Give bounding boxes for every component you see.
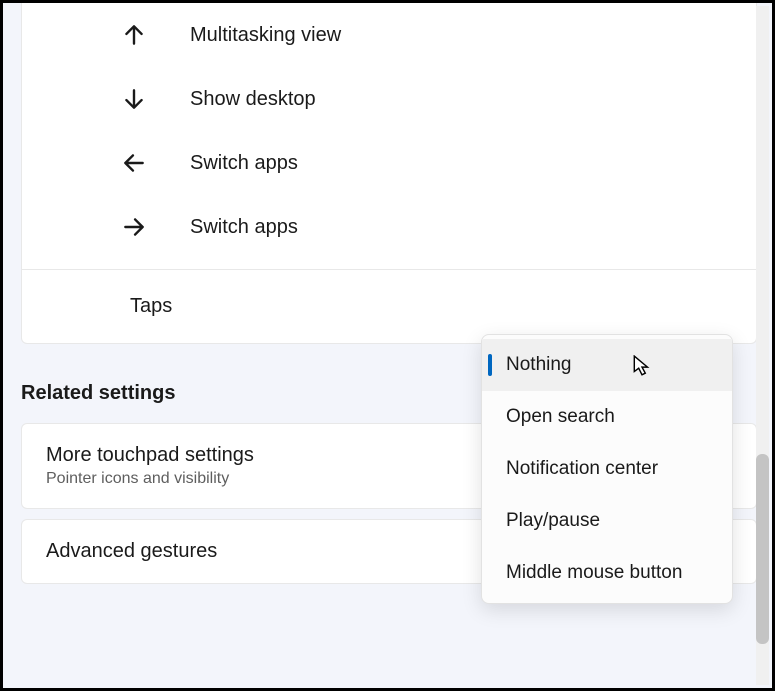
arrow-right-icon [120, 213, 148, 241]
taps-dropdown-popup[interactable]: Nothing Open search Notification center … [481, 334, 733, 604]
gesture-label: Switch apps [190, 152, 298, 175]
dropdown-item-middle-mouse[interactable]: Middle mouse button [482, 547, 732, 599]
dropdown-item-play-pause[interactable]: Play/pause [482, 495, 732, 547]
taps-row[interactable]: Taps [22, 269, 756, 343]
dropdown-item-notification-center[interactable]: Notification center [482, 443, 732, 495]
dropdown-item-nothing[interactable]: Nothing [482, 339, 732, 391]
card-title: Advanced gestures [46, 540, 217, 563]
dropdown-item-open-search[interactable]: Open search [482, 391, 732, 443]
gesture-row-left[interactable]: Switch apps [22, 131, 756, 195]
gesture-settings-panel: Multitasking view Show desktop Switch ap… [21, 3, 757, 344]
arrow-up-icon [120, 21, 148, 49]
taps-label: Taps [130, 295, 172, 318]
dropdown-item-label: Notification center [506, 458, 658, 479]
gesture-row-down[interactable]: Show desktop [22, 67, 756, 131]
card-title: More touchpad settings [46, 444, 254, 467]
arrow-down-icon [120, 85, 148, 113]
dropdown-item-label: Open search [506, 406, 615, 427]
arrow-left-icon [120, 149, 148, 177]
dropdown-item-label: Play/pause [506, 510, 600, 531]
dropdown-item-label: Nothing [506, 354, 572, 375]
card-text-group: More touchpad settings Pointer icons and… [46, 444, 254, 488]
gesture-label: Multitasking view [190, 24, 341, 47]
card-text-group: Advanced gestures [46, 540, 217, 563]
card-subtitle: Pointer icons and visibility [46, 470, 254, 488]
scrollbar-track[interactable] [756, 6, 769, 685]
gesture-row-right[interactable]: Switch apps [22, 195, 756, 259]
gesture-list: Multitasking view Show desktop Switch ap… [22, 3, 756, 269]
dropdown-item-label: Middle mouse button [506, 562, 682, 583]
gesture-label: Switch apps [190, 216, 298, 239]
gesture-label: Show desktop [190, 88, 316, 111]
scrollbar-thumb[interactable] [756, 454, 769, 644]
gesture-row-up[interactable]: Multitasking view [22, 3, 756, 67]
